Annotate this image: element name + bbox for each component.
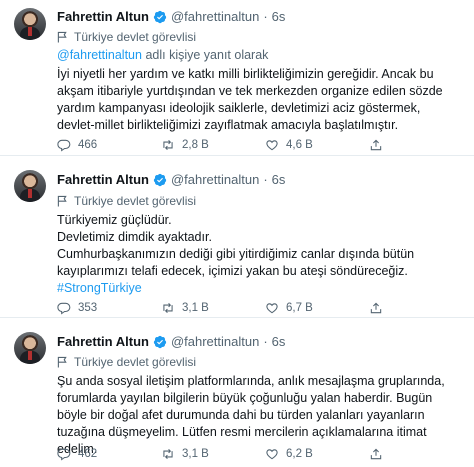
reply-icon: [57, 139, 71, 152]
like-count: 6,2 B: [286, 448, 313, 460]
share-icon: [370, 448, 382, 460]
government-label[interactable]: Türkiye devlet görevlisi: [57, 30, 196, 44]
government-label[interactable]: Türkiye devlet görevlisi: [57, 194, 196, 208]
timestamp[interactable]: 6s: [272, 9, 286, 24]
author-name[interactable]: Fahrettin Altun: [57, 172, 149, 187]
author-name[interactable]: Fahrettin Altun: [57, 9, 149, 24]
retweet-icon: [163, 139, 173, 151]
retweet-count: 3,1 B: [182, 302, 209, 314]
reply-button[interactable]: 466: [57, 138, 161, 152]
flag-icon: [57, 31, 67, 43]
reply-to-suffix: adlı kişiye yanıt olarak: [141, 48, 269, 62]
author-name[interactable]: Fahrettin Altun: [57, 334, 149, 349]
heart-icon: [266, 140, 278, 151]
timestamp[interactable]: 6s: [272, 334, 286, 349]
separator: ·: [263, 172, 268, 187]
replying-to: @fahrettinaltun adlı kişiye yanıt olarak: [57, 48, 268, 62]
tweet-line: Türkiyemiz güçlüdür.: [57, 213, 172, 227]
like-count: 4,6 B: [286, 139, 313, 151]
flag-icon: [57, 195, 67, 207]
retweet-button[interactable]: 3,1 B: [161, 301, 265, 315]
retweet-button[interactable]: 3,1 B: [161, 447, 265, 461]
tweet-text: Şu anda sosyal iletişim platformlarında,…: [57, 373, 457, 458]
author-handle[interactable]: @fahrettinaltun: [171, 334, 259, 349]
reply-count: 462: [78, 448, 98, 460]
separator: ·: [263, 9, 268, 24]
flag-icon: [57, 356, 67, 368]
avatar[interactable]: [14, 8, 46, 40]
tweet[interactable]: Fahrettin Altun @fahrettinaltun · 6s Tür…: [0, 318, 474, 467]
like-button[interactable]: 6,7 B: [265, 301, 369, 315]
verified-badge-icon: [153, 335, 167, 348]
tweet-text: Türkiyemiz güçlüdür. Devletimiz dimdik a…: [57, 212, 457, 297]
share-button[interactable]: [369, 447, 383, 461]
tweet-actions: 353 3,1 B 6,7 B: [57, 301, 447, 315]
timestamp[interactable]: 6s: [272, 172, 286, 187]
tweet-actions: 462 3,1 B 6,2 B: [57, 447, 447, 461]
tweet-line: Cumhurbaşkanımızın dediği gibi yitirdiği…: [57, 247, 415, 278]
reply-count: 353: [78, 302, 98, 314]
share-button[interactable]: [369, 138, 383, 152]
reply-icon: [57, 302, 71, 315]
avatar[interactable]: [14, 332, 46, 364]
verified-badge-icon: [153, 173, 167, 186]
government-label[interactable]: Türkiye devlet görevlisi: [57, 355, 196, 369]
share-icon: [370, 139, 382, 151]
retweet-icon: [163, 448, 173, 460]
government-label-text: Türkiye devlet görevlisi: [74, 355, 197, 369]
heart-icon: [266, 303, 278, 314]
retweet-count: 2,8 B: [182, 139, 209, 151]
share-button[interactable]: [369, 301, 383, 315]
tweet-paragraph: İyi niyetli her yardım ve katkı milli bi…: [57, 67, 443, 132]
reply-to-handle-link[interactable]: @fahrettinaltun: [57, 48, 142, 62]
tweet[interactable]: Fahrettin Altun @fahrettinaltun · 6s Tür…: [0, 0, 474, 156]
author-handle[interactable]: @fahrettinaltun: [171, 172, 259, 187]
like-count: 6,7 B: [286, 302, 313, 314]
retweet-count: 3,1 B: [182, 448, 209, 460]
reply-icon: [57, 448, 71, 461]
avatar[interactable]: [14, 170, 46, 202]
like-button[interactable]: 4,6 B: [265, 138, 369, 152]
tweet-actions: 466 2,8 B 4,6 B: [57, 138, 447, 152]
government-label-text: Türkiye devlet görevlisi: [74, 194, 197, 208]
government-label-text: Türkiye devlet görevlisi: [74, 30, 197, 44]
retweet-button[interactable]: 2,8 B: [161, 138, 265, 152]
tweet-line: Devletimiz dimdik ayaktadır.: [57, 230, 212, 244]
tweet[interactable]: Fahrettin Altun @fahrettinaltun · 6s Tür…: [0, 156, 474, 318]
reply-count: 466: [78, 139, 98, 151]
reply-button[interactable]: 353: [57, 301, 161, 315]
heart-icon: [266, 449, 278, 460]
reply-button[interactable]: 462: [57, 447, 161, 461]
like-button[interactable]: 6,2 B: [265, 447, 369, 461]
hashtag-link[interactable]: #StrongTürkiye: [57, 281, 142, 295]
retweet-icon: [163, 302, 173, 314]
share-icon: [370, 302, 382, 314]
verified-badge-icon: [153, 10, 167, 23]
tweet-text: İyi niyetli her yardım ve katkı milli bi…: [57, 66, 457, 134]
separator: ·: [263, 334, 268, 349]
author-handle[interactable]: @fahrettinaltun: [171, 9, 259, 24]
tweet-paragraph: Şu anda sosyal iletişim platformlarında,…: [57, 374, 445, 456]
